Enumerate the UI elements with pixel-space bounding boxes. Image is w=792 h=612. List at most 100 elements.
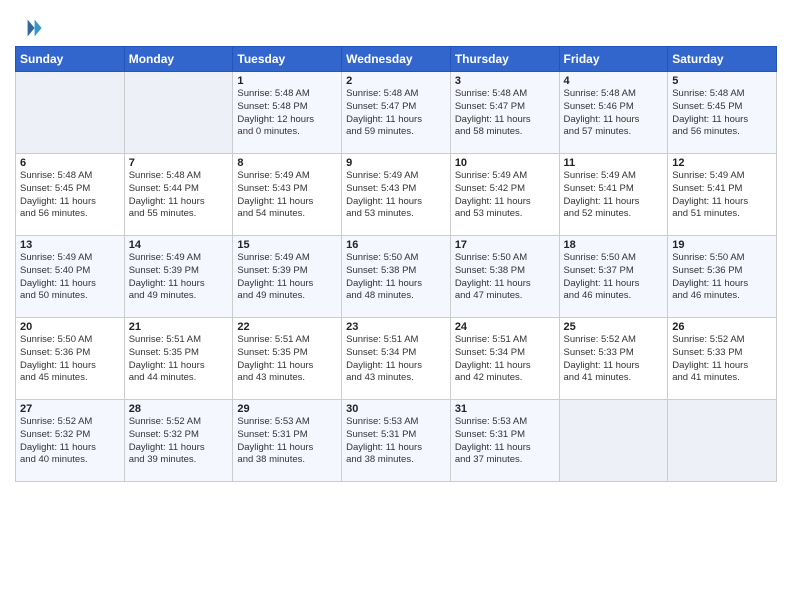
column-header-wednesday: Wednesday	[342, 47, 451, 72]
calendar-cell: 8Sunrise: 5:49 AM Sunset: 5:43 PM Daylig…	[233, 154, 342, 236]
day-info: Sunrise: 5:48 AM Sunset: 5:44 PM Dayligh…	[129, 170, 229, 221]
calendar-cell: 26Sunrise: 5:52 AM Sunset: 5:33 PM Dayli…	[668, 318, 777, 400]
calendar-table: SundayMondayTuesdayWednesdayThursdayFrid…	[15, 46, 777, 482]
calendar-cell: 15Sunrise: 5:49 AM Sunset: 5:39 PM Dayli…	[233, 236, 342, 318]
day-info: Sunrise: 5:48 AM Sunset: 5:45 PM Dayligh…	[672, 88, 772, 139]
day-info: Sunrise: 5:50 AM Sunset: 5:36 PM Dayligh…	[672, 252, 772, 303]
calendar-cell	[16, 72, 125, 154]
day-number: 29	[237, 403, 337, 415]
calendar-cell: 27Sunrise: 5:52 AM Sunset: 5:32 PM Dayli…	[16, 400, 125, 482]
page-container: SundayMondayTuesdayWednesdayThursdayFrid…	[0, 0, 792, 492]
day-number: 3	[455, 75, 555, 87]
day-info: Sunrise: 5:51 AM Sunset: 5:35 PM Dayligh…	[237, 334, 337, 385]
day-info: Sunrise: 5:51 AM Sunset: 5:34 PM Dayligh…	[346, 334, 446, 385]
day-number: 24	[455, 321, 555, 333]
day-info: Sunrise: 5:52 AM Sunset: 5:33 PM Dayligh…	[564, 334, 664, 385]
calendar-cell: 7Sunrise: 5:48 AM Sunset: 5:44 PM Daylig…	[124, 154, 233, 236]
day-number: 13	[20, 239, 120, 251]
calendar-cell: 14Sunrise: 5:49 AM Sunset: 5:39 PM Dayli…	[124, 236, 233, 318]
calendar-cell: 3Sunrise: 5:48 AM Sunset: 5:47 PM Daylig…	[450, 72, 559, 154]
day-number: 4	[564, 75, 664, 87]
day-number: 31	[455, 403, 555, 415]
day-number: 5	[672, 75, 772, 87]
calendar-header-row: SundayMondayTuesdayWednesdayThursdayFrid…	[16, 47, 777, 72]
day-number: 15	[237, 239, 337, 251]
day-number: 11	[564, 157, 664, 169]
day-info: Sunrise: 5:48 AM Sunset: 5:45 PM Dayligh…	[20, 170, 120, 221]
column-header-tuesday: Tuesday	[233, 47, 342, 72]
day-number: 10	[455, 157, 555, 169]
day-number: 19	[672, 239, 772, 251]
calendar-week-0: 1Sunrise: 5:48 AM Sunset: 5:48 PM Daylig…	[16, 72, 777, 154]
calendar-cell	[668, 400, 777, 482]
day-info: Sunrise: 5:49 AM Sunset: 5:39 PM Dayligh…	[237, 252, 337, 303]
calendar-cell: 17Sunrise: 5:50 AM Sunset: 5:38 PM Dayli…	[450, 236, 559, 318]
day-info: Sunrise: 5:48 AM Sunset: 5:47 PM Dayligh…	[346, 88, 446, 139]
day-number: 14	[129, 239, 229, 251]
calendar-cell: 12Sunrise: 5:49 AM Sunset: 5:41 PM Dayli…	[668, 154, 777, 236]
day-number: 20	[20, 321, 120, 333]
day-number: 27	[20, 403, 120, 415]
day-info: Sunrise: 5:52 AM Sunset: 5:32 PM Dayligh…	[129, 416, 229, 467]
day-number: 2	[346, 75, 446, 87]
calendar-week-3: 20Sunrise: 5:50 AM Sunset: 5:36 PM Dayli…	[16, 318, 777, 400]
day-info: Sunrise: 5:52 AM Sunset: 5:32 PM Dayligh…	[20, 416, 120, 467]
calendar-cell	[124, 72, 233, 154]
day-number: 1	[237, 75, 337, 87]
day-info: Sunrise: 5:49 AM Sunset: 5:39 PM Dayligh…	[129, 252, 229, 303]
day-number: 18	[564, 239, 664, 251]
calendar-cell: 13Sunrise: 5:49 AM Sunset: 5:40 PM Dayli…	[16, 236, 125, 318]
day-info: Sunrise: 5:52 AM Sunset: 5:33 PM Dayligh…	[672, 334, 772, 385]
day-info: Sunrise: 5:49 AM Sunset: 5:41 PM Dayligh…	[672, 170, 772, 221]
column-header-sunday: Sunday	[16, 47, 125, 72]
day-info: Sunrise: 5:51 AM Sunset: 5:34 PM Dayligh…	[455, 334, 555, 385]
day-info: Sunrise: 5:48 AM Sunset: 5:48 PM Dayligh…	[237, 88, 337, 139]
day-info: Sunrise: 5:49 AM Sunset: 5:43 PM Dayligh…	[237, 170, 337, 221]
day-number: 30	[346, 403, 446, 415]
calendar-cell: 1Sunrise: 5:48 AM Sunset: 5:48 PM Daylig…	[233, 72, 342, 154]
logo-icon	[15, 14, 43, 42]
calendar-cell: 21Sunrise: 5:51 AM Sunset: 5:35 PM Dayli…	[124, 318, 233, 400]
calendar-cell: 11Sunrise: 5:49 AM Sunset: 5:41 PM Dayli…	[559, 154, 668, 236]
day-info: Sunrise: 5:50 AM Sunset: 5:37 PM Dayligh…	[564, 252, 664, 303]
day-number: 21	[129, 321, 229, 333]
day-info: Sunrise: 5:49 AM Sunset: 5:40 PM Dayligh…	[20, 252, 120, 303]
day-info: Sunrise: 5:48 AM Sunset: 5:47 PM Dayligh…	[455, 88, 555, 139]
calendar-cell: 28Sunrise: 5:52 AM Sunset: 5:32 PM Dayli…	[124, 400, 233, 482]
day-info: Sunrise: 5:48 AM Sunset: 5:46 PM Dayligh…	[564, 88, 664, 139]
day-info: Sunrise: 5:50 AM Sunset: 5:36 PM Dayligh…	[20, 334, 120, 385]
day-info: Sunrise: 5:53 AM Sunset: 5:31 PM Dayligh…	[455, 416, 555, 467]
day-number: 12	[672, 157, 772, 169]
calendar-cell: 31Sunrise: 5:53 AM Sunset: 5:31 PM Dayli…	[450, 400, 559, 482]
day-number: 23	[346, 321, 446, 333]
column-header-friday: Friday	[559, 47, 668, 72]
day-info: Sunrise: 5:49 AM Sunset: 5:43 PM Dayligh…	[346, 170, 446, 221]
day-number: 22	[237, 321, 337, 333]
day-number: 17	[455, 239, 555, 251]
calendar-cell: 4Sunrise: 5:48 AM Sunset: 5:46 PM Daylig…	[559, 72, 668, 154]
calendar-cell: 5Sunrise: 5:48 AM Sunset: 5:45 PM Daylig…	[668, 72, 777, 154]
calendar-cell: 9Sunrise: 5:49 AM Sunset: 5:43 PM Daylig…	[342, 154, 451, 236]
day-number: 25	[564, 321, 664, 333]
calendar-cell: 20Sunrise: 5:50 AM Sunset: 5:36 PM Dayli…	[16, 318, 125, 400]
calendar-cell: 25Sunrise: 5:52 AM Sunset: 5:33 PM Dayli…	[559, 318, 668, 400]
logo	[15, 14, 46, 42]
calendar-cell: 23Sunrise: 5:51 AM Sunset: 5:34 PM Dayli…	[342, 318, 451, 400]
calendar-week-4: 27Sunrise: 5:52 AM Sunset: 5:32 PM Dayli…	[16, 400, 777, 482]
day-info: Sunrise: 5:50 AM Sunset: 5:38 PM Dayligh…	[346, 252, 446, 303]
calendar-cell: 29Sunrise: 5:53 AM Sunset: 5:31 PM Dayli…	[233, 400, 342, 482]
calendar-cell: 10Sunrise: 5:49 AM Sunset: 5:42 PM Dayli…	[450, 154, 559, 236]
column-header-thursday: Thursday	[450, 47, 559, 72]
calendar-cell: 2Sunrise: 5:48 AM Sunset: 5:47 PM Daylig…	[342, 72, 451, 154]
calendar-cell: 18Sunrise: 5:50 AM Sunset: 5:37 PM Dayli…	[559, 236, 668, 318]
column-header-monday: Monday	[124, 47, 233, 72]
day-number: 16	[346, 239, 446, 251]
day-info: Sunrise: 5:49 AM Sunset: 5:41 PM Dayligh…	[564, 170, 664, 221]
day-number: 7	[129, 157, 229, 169]
calendar-cell	[559, 400, 668, 482]
day-info: Sunrise: 5:51 AM Sunset: 5:35 PM Dayligh…	[129, 334, 229, 385]
day-number: 8	[237, 157, 337, 169]
calendar-cell: 19Sunrise: 5:50 AM Sunset: 5:36 PM Dayli…	[668, 236, 777, 318]
day-number: 26	[672, 321, 772, 333]
column-header-saturday: Saturday	[668, 47, 777, 72]
